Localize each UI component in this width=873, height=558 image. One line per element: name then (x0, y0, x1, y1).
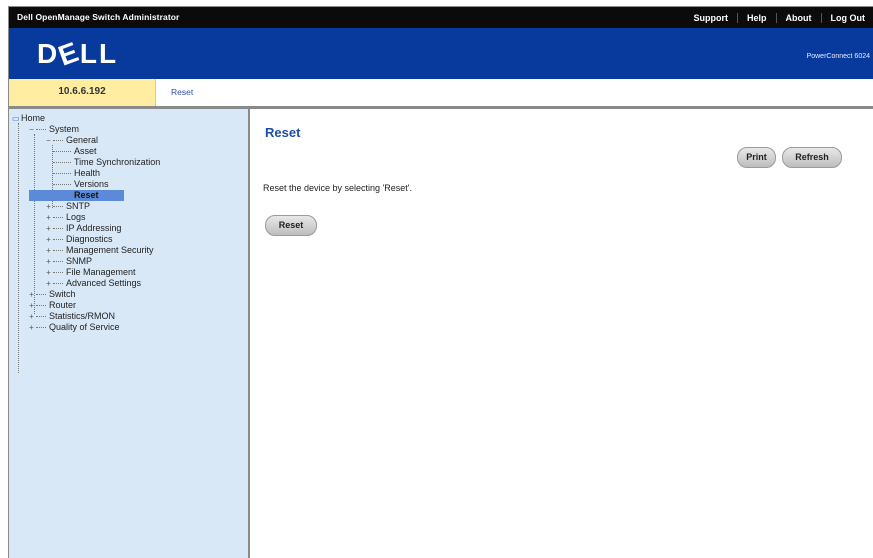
tab-row: 10.6.6.192 Reset (9, 79, 873, 109)
tree-item-router[interactable]: + Router (9, 300, 248, 311)
tree-item-diagnostics[interactable]: + Diagnostics (9, 234, 248, 245)
tree-item-sntp[interactable]: + SNTP (9, 201, 248, 212)
page-title: Reset (265, 125, 300, 140)
expand-icon[interactable]: + (45, 225, 52, 232)
logout-link[interactable]: Log Out (821, 13, 873, 23)
header-banner: DELL PowerConnect 6024 (9, 28, 873, 79)
tree-item-ip-addressing[interactable]: + IP Addressing (9, 223, 248, 234)
expand-icon[interactable]: + (45, 236, 52, 243)
breadcrumb[interactable]: Reset (171, 87, 193, 97)
expand-icon[interactable]: + (45, 280, 52, 287)
tree-item-switch[interactable]: + Switch (9, 289, 248, 300)
tree-item-advanced-settings[interactable]: + Advanced Settings (9, 278, 248, 289)
top-bar: Dell OpenManage Switch Administrator Sup… (9, 7, 873, 28)
tree-item-health[interactable]: Health (9, 168, 248, 179)
tree-item-logs[interactable]: + Logs (9, 212, 248, 223)
expand-icon[interactable]: + (28, 302, 35, 309)
reset-button[interactable]: Reset (265, 215, 317, 236)
tree: ▭ Home − System − General Asset Time Syn… (9, 113, 248, 333)
collapse-icon[interactable]: − (28, 126, 35, 133)
dell-logo: DELL (37, 38, 118, 70)
tree-item-reset[interactable]: Reset (29, 190, 124, 201)
expand-icon[interactable]: + (45, 269, 52, 276)
tree-item-general[interactable]: − General (9, 135, 248, 146)
tree-item-system[interactable]: − System (9, 124, 248, 135)
reset-description: Reset the device by selecting 'Reset'. (263, 183, 412, 193)
home-icon: ▭ (12, 115, 19, 122)
expand-icon[interactable]: + (28, 324, 35, 331)
expand-icon[interactable]: + (28, 291, 35, 298)
expand-icon[interactable]: + (45, 247, 52, 254)
top-links: Support Help About Log Out (684, 7, 873, 28)
support-link[interactable]: Support (684, 13, 737, 23)
product-name: PowerConnect 6024 (807, 53, 870, 60)
tree-item-quality-of-service[interactable]: + Quality of Service (9, 322, 248, 333)
tree-item-statistics-rmon[interactable]: + Statistics/RMON (9, 311, 248, 322)
expand-icon[interactable]: + (28, 313, 35, 320)
expand-icon[interactable]: + (45, 258, 52, 265)
tree-item-time-sync[interactable]: Time Synchronization (9, 157, 248, 168)
tree-item-management-security[interactable]: + Management Security (9, 245, 248, 256)
refresh-button[interactable]: Refresh (782, 147, 842, 168)
tree-item-asset[interactable]: Asset (9, 146, 248, 157)
sidebar-tree: ▭ Home − System − General Asset Time Syn… (9, 109, 250, 558)
main-panel: Reset Print Refresh Reset the device by … (250, 109, 873, 558)
tree-item-versions[interactable]: Versions (9, 179, 248, 190)
print-button[interactable]: Print (737, 147, 776, 168)
about-link[interactable]: About (776, 13, 821, 23)
expand-icon[interactable]: + (45, 203, 52, 210)
app-frame: Dell OpenManage Switch Administrator Sup… (8, 6, 873, 558)
tree-item-file-management[interactable]: + File Management (9, 267, 248, 278)
tree-item-snmp[interactable]: + SNMP (9, 256, 248, 267)
expand-icon[interactable]: + (45, 214, 52, 221)
device-address-tab: 10.6.6.192 (9, 79, 156, 106)
app-title: Dell OpenManage Switch Administrator (17, 12, 179, 22)
tree-item-home[interactable]: ▭ Home (9, 113, 248, 124)
collapse-icon[interactable]: − (45, 137, 52, 144)
help-link[interactable]: Help (737, 13, 776, 23)
